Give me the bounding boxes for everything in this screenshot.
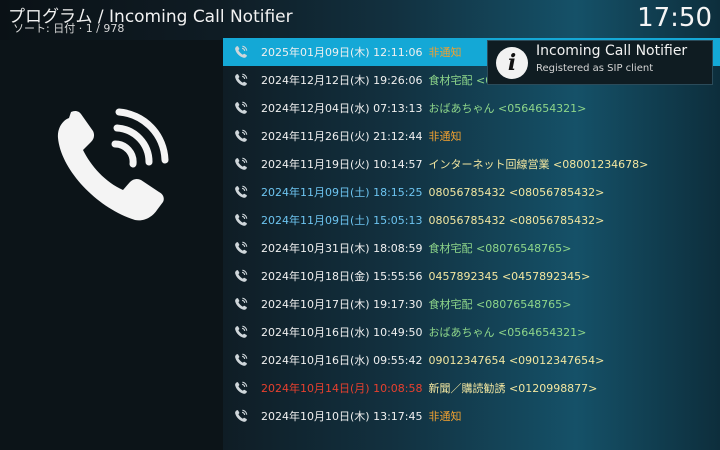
call-list-item[interactable]: 2024年12月04日(水) 07:13:13 おばあちゃん <056465432… xyxy=(223,94,720,122)
call-datetime: 2024年11月09日(土) 15:05:13 xyxy=(261,214,423,227)
call-caller: 非通知 xyxy=(428,410,462,423)
phone-icon xyxy=(234,381,248,395)
clock: 17:50 xyxy=(637,3,712,33)
call-caller: おばあちゃん <0564654321> xyxy=(428,326,587,339)
call-datetime: 2024年10月18日(金) 15:55:56 xyxy=(261,270,423,283)
phone-icon xyxy=(234,129,248,143)
call-datetime: 2024年10月10日(木) 13:17:45 xyxy=(261,410,423,423)
call-caller: 新聞／購読勧誘 <0120998877> xyxy=(428,382,598,395)
call-datetime: 2024年11月19日(火) 10:14:57 xyxy=(261,158,423,171)
phone-icon xyxy=(234,241,248,255)
call-caller: インターネット回線営業 <08001234678> xyxy=(428,158,649,171)
call-datetime: 2024年10月16日(水) 09:55:42 xyxy=(261,354,423,367)
phone-icon xyxy=(234,269,248,283)
phone-icon xyxy=(234,297,248,311)
phone-icon xyxy=(234,101,248,115)
call-caller: 非通知 xyxy=(428,46,462,59)
phone-icon xyxy=(234,73,248,87)
call-caller: 食材宅配 <08076548765> xyxy=(428,242,572,255)
sort-info[interactable]: ソート: 日付 · 1 / 978 xyxy=(13,20,124,36)
call-list-item[interactable]: 2024年10月16日(水) 10:49:50 おばあちゃん <056465432… xyxy=(223,318,720,346)
call-list-item[interactable]: 2024年11月26日(火) 21:12:44 非通知 xyxy=(223,122,720,150)
call-list-item[interactable]: 2024年10月10日(木) 13:17:45 非通知 xyxy=(223,402,720,430)
call-list-item[interactable]: 2024年10月18日(金) 15:55:56 0457892345 <04578… xyxy=(223,262,720,290)
call-caller: 非通知 xyxy=(428,130,462,143)
call-caller: 08056785432 <08056785432> xyxy=(428,213,605,227)
call-list-item[interactable]: 2024年10月16日(水) 09:55:42 09012347654 <0901… xyxy=(223,346,720,374)
call-list-item[interactable]: 2024年10月31日(木) 18:08:59 食材宅配 <08076548765… xyxy=(223,234,720,262)
call-datetime: 2025年01月09日(木) 12:11:06 xyxy=(261,46,423,59)
info-icon: i xyxy=(496,47,528,79)
phone-icon xyxy=(234,213,248,227)
call-list-item[interactable]: 2024年10月17日(木) 19:17:30 食材宅配 <08076548765… xyxy=(223,290,720,318)
phone-icon xyxy=(234,409,248,423)
call-list-item[interactable]: 2024年11月19日(火) 10:14:57 インターネット回線営業 <0800… xyxy=(223,150,720,178)
call-datetime: 2024年11月09日(土) 18:15:25 xyxy=(261,186,423,199)
call-datetime: 2024年12月12日(木) 19:26:06 xyxy=(261,74,423,87)
notification-subtitle: Registered as SIP client xyxy=(536,63,654,74)
phone-ringing-icon xyxy=(57,108,169,221)
call-caller: 09012347654 <09012347654> xyxy=(428,353,605,367)
phone-icon xyxy=(234,45,248,59)
call-datetime: 2024年10月14日(月) 10:08:58 xyxy=(261,382,423,395)
call-datetime: 2024年10月31日(木) 18:08:59 xyxy=(261,242,423,255)
phone-icon xyxy=(234,325,248,339)
notification-title: Incoming Call Notifier xyxy=(536,43,688,59)
call-list-item[interactable]: 2024年11月09日(土) 15:05:13 08056785432 <0805… xyxy=(223,206,720,234)
call-datetime: 2024年11月26日(火) 21:12:44 xyxy=(261,130,423,143)
call-list-item[interactable]: 2024年10月14日(月) 10:08:58 新聞／購読勧誘 <01209988… xyxy=(223,374,720,402)
call-caller: 0457892345 <0457892345> xyxy=(428,269,591,283)
call-datetime: 2024年10月16日(水) 10:49:50 xyxy=(261,326,423,339)
call-list: 2025年01月09日(木) 12:11:06 非通知 2024年12月12日(木)… xyxy=(223,38,720,450)
call-datetime: 2024年10月17日(木) 19:17:30 xyxy=(261,298,423,311)
header: プログラム / Incoming Call Notifier ソート: 日付 ·… xyxy=(0,0,720,40)
phone-icon xyxy=(234,157,248,171)
phone-icon xyxy=(234,185,248,199)
call-datetime: 2024年12月04日(水) 07:13:13 xyxy=(261,102,423,115)
call-caller: 食材宅配 <08076548765> xyxy=(428,298,572,311)
call-list-item[interactable]: 2024年11月09日(土) 18:15:25 08056785432 <0805… xyxy=(223,178,720,206)
call-caller: 08056785432 <08056785432> xyxy=(428,185,605,199)
call-caller: おばあちゃん <0564654321> xyxy=(428,102,587,115)
notification-toast: i Incoming Call Notifier Registered as S… xyxy=(487,40,713,85)
phone-icon xyxy=(234,353,248,367)
left-panel xyxy=(0,40,223,450)
